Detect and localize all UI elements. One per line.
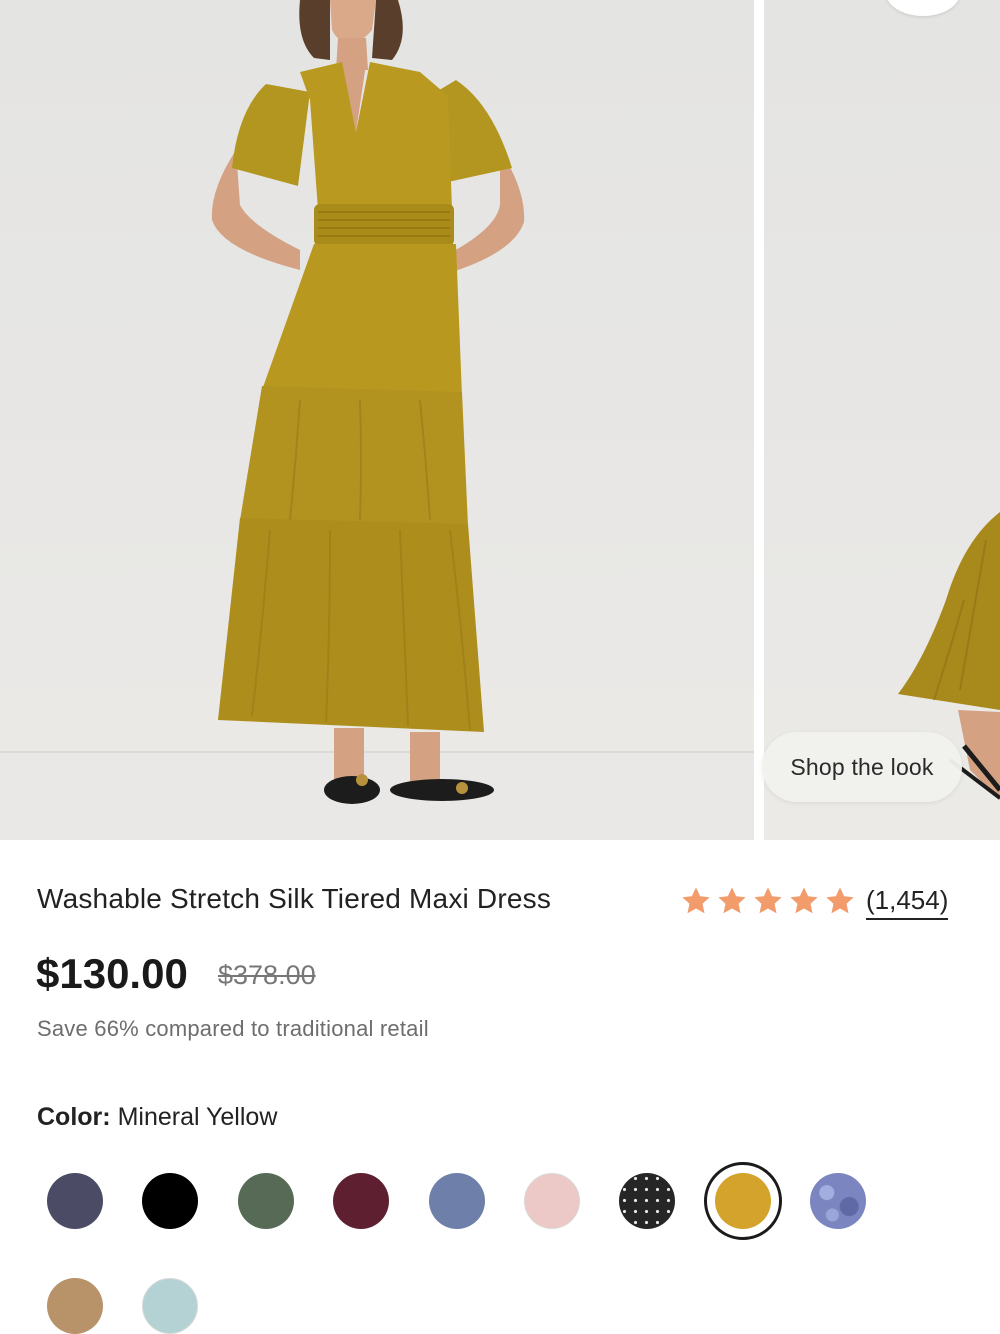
model-in-dress-illustration <box>0 0 754 840</box>
sale-price: $130.00 <box>36 950 188 997</box>
color-label-key: Color: <box>37 1103 111 1131</box>
shop-the-look-button[interactable]: Shop the look <box>762 732 962 802</box>
color-swatch[interactable] <box>142 1173 199 1229</box>
product-image-gallery[interactable]: Shop the look <box>0 0 1000 840</box>
color-swatch[interactable] <box>714 1173 771 1229</box>
selected-color-name: Mineral Yellow <box>117 1103 278 1131</box>
color-swatch[interactable] <box>619 1173 676 1229</box>
star-icon <box>754 887 782 914</box>
star-icon <box>682 887 710 914</box>
color-swatch[interactable] <box>47 1278 103 1334</box>
color-swatch[interactable] <box>428 1173 485 1229</box>
color-swatch[interactable] <box>142 1278 199 1334</box>
color-swatch[interactable] <box>810 1173 867 1229</box>
product-photo-next[interactable] <box>764 0 1000 840</box>
star-icon <box>718 887 746 914</box>
color-swatch[interactable] <box>333 1173 390 1229</box>
next-photo-dress-hem <box>898 512 1000 800</box>
color-swatch[interactable] <box>47 1173 103 1229</box>
review-count-link[interactable]: (1,454) <box>866 883 949 920</box>
savings-message: Save 66% compared to traditional retail <box>37 1016 429 1041</box>
product-photo-main[interactable] <box>0 0 754 840</box>
star-rating <box>680 885 856 917</box>
star-icon <box>790 887 818 914</box>
color-selection-label: Color: Mineral Yellow <box>37 1103 277 1132</box>
product-title: Washable Stretch Silk Tiered Maxi Dress <box>37 883 552 914</box>
product-rating[interactable]: (1,454) <box>680 880 949 922</box>
star-icon <box>826 887 854 914</box>
color-swatch[interactable] <box>524 1173 580 1229</box>
color-swatch[interactable] <box>237 1173 294 1229</box>
original-price: $378.00 <box>218 960 316 990</box>
